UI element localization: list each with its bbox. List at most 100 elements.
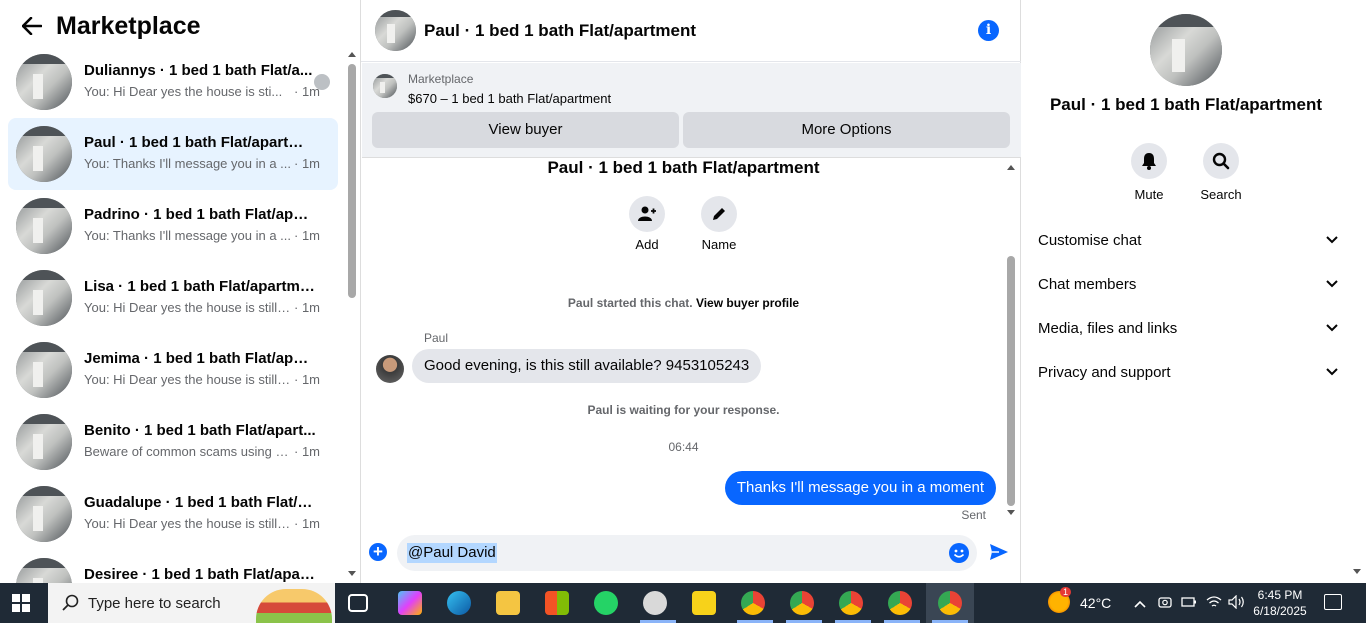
message-input-wrapper[interactable]: @Paul David [397,535,977,571]
avatar [16,270,72,326]
chrome-profile-icon[interactable] [741,591,765,615]
wifi-icon[interactable] [1206,595,1222,612]
chat-scrollbar[interactable] [1004,158,1018,524]
name-chat-button[interactable]: Name [689,196,749,252]
weather-alert-badge: 1 [1060,587,1072,597]
conversation-item[interactable]: Guadalupe · 1 bed 1 bath Flat/ap... You:… [8,478,338,550]
media-files-links-section[interactable]: Media, files and links [1038,313,1338,343]
system-clock[interactable]: 6:45 PM 6/18/2025 [1252,587,1308,619]
conversation-list-panel: Marketplace Duliannys · 1 bed 1 bath Fla… [0,0,361,583]
conversation-time: · 1m [294,228,320,243]
conversation-item[interactable]: Duliannys · 1 bed 1 bath Flat/a... You: … [8,46,338,118]
scroll-up-arrow-icon[interactable] [1007,165,1015,170]
microsoft-store-icon[interactable] [545,591,569,615]
info-icon[interactable]: i [978,20,999,41]
section-label: Privacy and support [1038,363,1171,381]
message-thread: Paul · 1 bed 1 bath Flat/apartment Add N… [361,158,1021,524]
message-sender-name: Paul [424,331,449,345]
chevron-up-icon[interactable] [1134,595,1146,611]
search-label: Search [1200,187,1242,202]
details-title: Paul · 1 bed 1 bath Flat/apartment [1049,95,1323,114]
conversation-name: Paul · 1 bed 1 bath Flat/apartment [84,134,316,151]
windows-taskbar: Type here to search 1 42°C 6:45 PM 6/18/… [0,583,1366,623]
conversation-item[interactable]: Desiree · 1 bed 1 bath Flat/apart... [8,550,338,583]
plus-icon[interactable]: + [369,543,387,561]
conversation-time: · 1m [294,444,320,459]
scroll-down-arrow-icon[interactable] [1007,510,1015,515]
chat-header: Paul · 1 bed 1 bath Flat/apartment i [361,0,1021,62]
avatar[interactable] [376,355,404,383]
search-button[interactable]: Search [1191,143,1251,202]
conversation-item[interactable]: Lisa · 1 bed 1 bath Flat/apartment You: … [8,262,338,334]
conversation-item[interactable]: Benito · 1 bed 1 bath Flat/apart... Bewa… [8,406,338,478]
chrome-profile-icon[interactable] [839,591,863,615]
conversation-item[interactable]: Jemima · 1 bed 1 bath Flat/apart... You:… [8,334,338,406]
windows-start-icon[interactable] [12,594,30,612]
send-icon[interactable] [989,543,1009,566]
add-people-button[interactable]: Add [617,196,677,252]
conversation-preview: You: Hi Dear yes the house is sti... [84,84,283,99]
name-label: Name [701,237,737,252]
listing-price-title[interactable]: $670 – 1 bed 1 bath Flat/apartment [408,91,611,106]
task-view-icon[interactable] [348,594,368,612]
scroll-up-arrow-icon[interactable] [348,52,356,57]
clock-date: 6/18/2025 [1253,604,1307,618]
weather-icon[interactable]: 1 [1048,587,1072,613]
avatar [16,126,72,182]
privacy-support-section[interactable]: Privacy and support [1038,357,1338,387]
volume-icon[interactable] [1228,594,1246,612]
file-explorer-icon[interactable] [496,591,520,615]
notification-center-icon[interactable] [1324,594,1342,610]
chat-members-section[interactable]: Chat members [1038,269,1338,299]
scroll-down-arrow-icon[interactable] [1353,569,1361,574]
chrome-profile-icon[interactable] [938,591,962,615]
conversation-item[interactable]: Padrino · 1 bed 1 bath Flat/apart... You… [8,190,338,262]
conversation-preview: Beware of common scams using p... [84,444,292,459]
copilot-icon[interactable] [398,591,422,615]
left-scrollbar[interactable] [345,48,359,583]
scroll-down-arrow-icon[interactable] [348,571,356,576]
scrollbar-thumb[interactable] [348,64,356,298]
chat-details-panel: Paul · 1 bed 1 bath Flat/apartment Mute … [1022,0,1366,583]
conversation-name: Jemima · 1 bed 1 bath Flat/apart... [84,350,316,367]
mute-button[interactable]: Mute [1119,143,1179,202]
left-header: Marketplace [0,0,345,52]
message-status: Sent [961,508,986,522]
view-buyer-button[interactable]: View buyer [372,112,679,148]
chat-header-title[interactable]: Paul · 1 bed 1 bath Flat/apartment [424,21,696,41]
scrollbar-thumb[interactable] [1007,256,1015,506]
message-input[interactable]: @Paul David [407,543,497,563]
whatsapp-icon[interactable] [594,591,618,615]
marketplace-listing-card: Marketplace $670 – 1 bed 1 bath Flat/apa… [362,63,1021,158]
conversation-item-active[interactable]: Paul · 1 bed 1 bath Flat/apartment You: … [8,118,338,190]
conversation-time: · 1m [294,372,320,387]
chrome-profile-icon[interactable] [888,591,912,615]
temperature-label[interactable]: 42°C [1080,595,1111,611]
conversation-time: · 1m [294,516,320,531]
sticky-notes-icon[interactable] [692,591,716,615]
edge-browser-icon[interactable] [447,591,471,615]
listing-source-label: Marketplace [408,72,474,86]
more-options-button[interactable]: More Options [683,112,1010,148]
incoming-message[interactable]: Good evening, is this still available? 9… [412,349,762,383]
chrome-profile-icon[interactable] [790,591,814,615]
conversation-name: Benito · 1 bed 1 bath Flat/apart... [84,422,316,439]
conversation-name: Lisa · 1 bed 1 bath Flat/apartment [84,278,316,295]
avatar[interactable] [1150,14,1222,86]
conversation-preview: You: Hi Dear yes the house is still a... [84,516,292,531]
customise-chat-section[interactable]: Customise chat [1038,225,1338,255]
battery-icon[interactable] [1181,595,1197,611]
view-buyer-profile-link[interactable]: View buyer profile [696,296,799,310]
avatar[interactable] [375,10,416,51]
section-label: Chat members [1038,275,1137,293]
message-composer: + @Paul David [361,531,1021,575]
back-arrow-icon[interactable] [18,12,46,40]
taskbar-search-box[interactable]: Type here to search [48,583,335,623]
chat-started-notice: Paul started this chat. View buyer profi… [361,296,1006,310]
conversation-list: Duliannys · 1 bed 1 bath Flat/a... You: … [8,46,338,583]
outgoing-message[interactable]: Thanks I'll message you in a moment [724,471,996,505]
section-label: Media, files and links [1038,319,1178,337]
paint-app-icon[interactable] [643,591,667,615]
emoji-icon[interactable] [949,543,969,563]
camera-icon[interactable] [1158,595,1172,612]
